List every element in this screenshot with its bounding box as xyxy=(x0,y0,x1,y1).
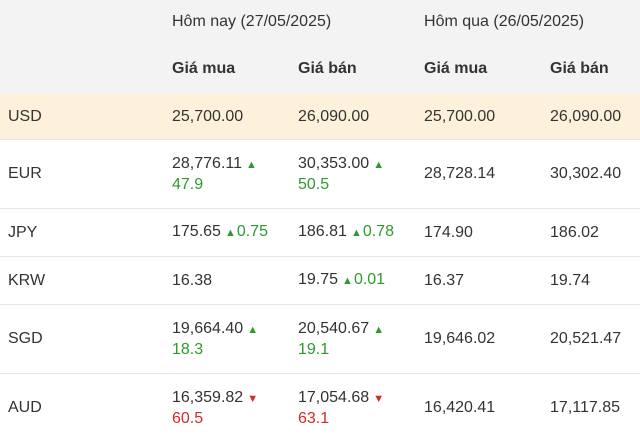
today-sell-change: ▲ xyxy=(369,155,385,172)
price-type-header-row: Giá mua Giá bán Giá mua Giá bán xyxy=(0,44,640,94)
change-line: 60.5 xyxy=(172,409,292,429)
today-sell-value: 30,353.00 xyxy=(298,154,370,172)
change-line: 18.3 xyxy=(172,340,292,360)
today-buy-cell: 25,700.00 xyxy=(166,94,292,140)
triangle-down-icon: ▼ xyxy=(247,392,259,405)
today-buy-value: 25,700.00 xyxy=(172,107,244,125)
change-line: 50.5 xyxy=(298,175,418,195)
table-row: EUR 28,776.11 ▲ 47.9 30,353.00 ▲ 50.5 28,728.14… xyxy=(0,139,640,209)
table-row: JPY 175.65 ▲0.75 186.81 ▲0.78 174.90 186.02 xyxy=(0,208,640,257)
change-value: 19.1 xyxy=(298,340,330,358)
currency-code: JPY xyxy=(0,208,166,257)
today-sell-header: Giá bán xyxy=(292,44,419,94)
currency-code: USD xyxy=(0,94,166,140)
yesterday-buy-cell: 25,700.00 xyxy=(418,94,545,140)
yesterday-buy-cell: 16.37 xyxy=(418,256,545,305)
today-sell-value: 17,054.68 xyxy=(298,388,370,406)
exchange-rate-table: Hôm nay (27/05/2025) Hôm qua (26/05/2025… xyxy=(0,0,640,435)
yesterday-buy-cell: 28,728.14 xyxy=(418,139,545,209)
today-buy-header: Giá mua xyxy=(166,44,292,94)
change-line: 19.1 xyxy=(298,340,418,360)
today-sell-cell: 186.81 ▲0.78 xyxy=(292,208,419,257)
today-buy-cell: 28,776.11 ▲ 47.9 xyxy=(166,139,292,209)
today-date-header: Hôm nay (27/05/2025) xyxy=(166,0,419,44)
currency-code: KRW xyxy=(0,256,166,305)
triangle-up-icon: ▲ xyxy=(373,158,385,171)
change-value: 50.5 xyxy=(298,175,330,193)
subheader-blank-cell xyxy=(0,44,166,94)
date-header-row: Hôm nay (27/05/2025) Hôm qua (26/05/2025… xyxy=(0,0,640,44)
triangle-up-icon: ▲ xyxy=(373,323,385,336)
yesterday-sell-cell: 186.02 xyxy=(544,208,640,257)
change-value: 47.9 xyxy=(172,175,204,193)
yesterday-sell-cell: 17,117.85 xyxy=(544,373,640,435)
today-buy-value: 175.65 xyxy=(172,223,221,240)
today-buy-value: 19,664.40 xyxy=(172,319,244,337)
today-buy-change: ▲0.75 xyxy=(221,223,268,240)
currency-code: EUR xyxy=(0,139,166,209)
change-value: 0.01 xyxy=(353,271,386,288)
today-sell-value: 186.81 xyxy=(298,223,347,240)
yesterday-buy-header: Giá mua xyxy=(418,44,545,94)
triangle-up-icon: ▲ xyxy=(224,227,236,239)
today-sell-cell: 19.75 ▲0.01 xyxy=(292,256,419,305)
yesterday-sell-cell: 19.74 xyxy=(544,256,640,305)
yesterday-buy-cell: 174.90 xyxy=(418,208,545,257)
triangle-up-icon: ▲ xyxy=(247,323,259,336)
currency-code: AUD xyxy=(0,373,166,435)
today-buy-value: 28,776.11 xyxy=(172,154,242,172)
today-sell-cell: 26,090.00 xyxy=(292,94,419,140)
change-value: 18.3 xyxy=(172,340,204,358)
yesterday-date-header: Hôm qua (26/05/2025) xyxy=(418,0,640,44)
today-buy-value: 16.38 xyxy=(172,271,213,289)
today-sell-value: 26,090.00 xyxy=(298,107,370,125)
table-row: SGD 19,664.40 ▲ 18.3 20,540.67 ▲ 19.1 19,646.02… xyxy=(0,304,640,374)
today-sell-cell: 20,540.67 ▲ 19.1 xyxy=(292,304,419,374)
today-sell-cell: 17,054.68 ▼ 63.1 xyxy=(292,373,419,435)
change-line: 47.9 xyxy=(172,175,292,195)
table-row: AUD 16,359.82 ▼ 60.5 17,054.68 ▼ 63.1 16,420.41… xyxy=(0,373,640,435)
today-sell-change: ▲0.78 xyxy=(347,223,394,240)
change-value: 63.1 xyxy=(298,409,330,427)
yesterday-sell-cell: 20,521.47 xyxy=(544,304,640,374)
today-sell-change: ▲0.01 xyxy=(338,271,385,288)
triangle-up-icon: ▲ xyxy=(342,275,353,287)
triangle-up-icon: ▲ xyxy=(350,227,362,239)
table-row: USD 25,700.00 26,090.00 25,700.00 26,090.00 xyxy=(0,94,640,140)
yesterday-sell-header: Giá bán xyxy=(544,44,640,94)
today-buy-cell: 16,359.82 ▼ 60.5 xyxy=(166,373,292,435)
table-body: USD 25,700.00 26,090.00 25,700.00 26,090.00 E… xyxy=(0,94,640,435)
table-header: Hôm nay (27/05/2025) Hôm qua (26/05/2025… xyxy=(0,0,640,94)
today-sell-cell: 30,353.00 ▲ 50.5 xyxy=(292,139,419,209)
today-sell-change: ▲ xyxy=(369,320,385,337)
triangle-up-icon: ▲ xyxy=(246,158,257,171)
change-value: 0.75 xyxy=(236,223,268,240)
currency-code: SGD xyxy=(0,304,166,374)
yesterday-buy-cell: 16,420.41 xyxy=(418,373,545,435)
today-buy-value: 16,359.82 xyxy=(172,388,244,406)
today-buy-cell: 16.38 xyxy=(166,256,292,305)
today-buy-change: ▲ xyxy=(243,320,259,337)
yesterday-buy-cell: 19,646.02 xyxy=(418,304,545,374)
today-buy-cell: 19,664.40 ▲ 18.3 xyxy=(166,304,292,374)
table-row: KRW 16.38 19.75 ▲0.01 16.37 19.74 xyxy=(0,256,640,305)
yesterday-sell-cell: 26,090.00 xyxy=(544,94,640,140)
today-buy-change: ▼ xyxy=(243,389,259,406)
today-sell-value: 19.75 xyxy=(298,271,339,288)
today-sell-change: ▼ xyxy=(369,389,385,406)
triangle-down-icon: ▼ xyxy=(373,392,385,405)
change-line: 63.1 xyxy=(298,409,418,429)
today-buy-change: ▲ xyxy=(242,155,258,172)
today-sell-value: 20,540.67 xyxy=(298,319,370,337)
header-blank-cell xyxy=(0,0,166,44)
yesterday-sell-cell: 30,302.40 xyxy=(544,139,640,209)
change-value: 0.78 xyxy=(362,223,394,240)
change-value: 60.5 xyxy=(172,409,204,427)
today-buy-cell: 175.65 ▲0.75 xyxy=(166,208,292,257)
